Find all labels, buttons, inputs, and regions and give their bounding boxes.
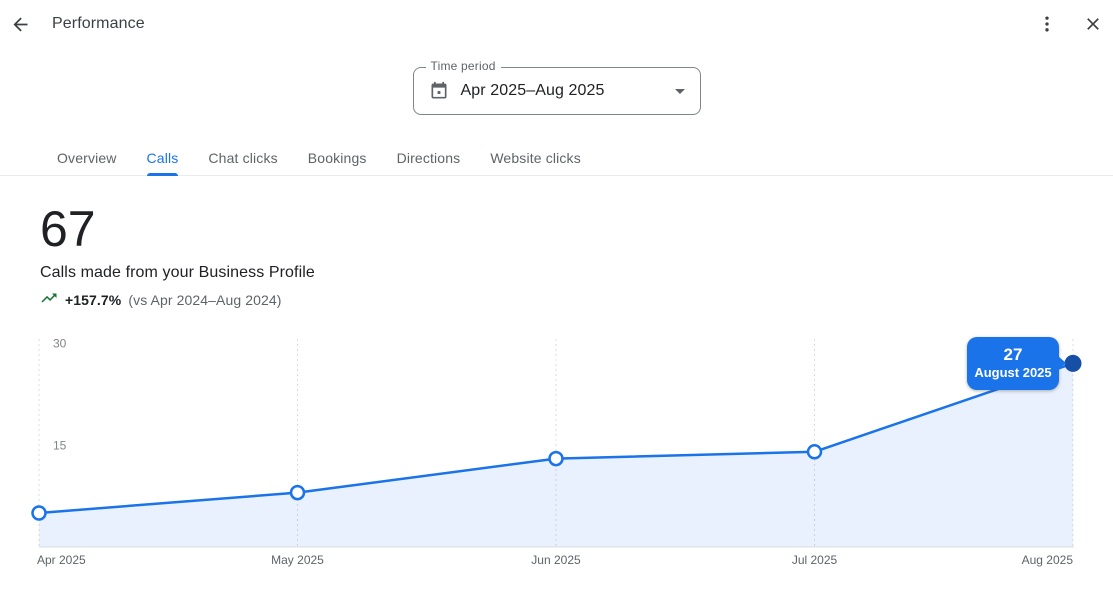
- x-axis-label-jul-2025: Jul 2025: [792, 553, 838, 567]
- x-axis-label-jun-2025: Jun 2025: [531, 553, 581, 567]
- tab-chat-clicks[interactable]: Chat clicks: [208, 141, 277, 175]
- metric-description: Calls made from your Business Profile: [40, 264, 1113, 282]
- metric-comparison: (vs Apr 2024–Aug 2024): [128, 292, 281, 308]
- trending-up-icon: [40, 289, 65, 312]
- close-button[interactable]: [1073, 4, 1113, 44]
- time-period-label: Time period: [426, 59, 501, 73]
- x-axis-label-may-2025: May 2025: [271, 553, 324, 567]
- chart-tooltip: 27 August 2025: [967, 337, 1059, 390]
- chart-point-aug-2025[interactable]: [1065, 355, 1082, 372]
- time-period-value: Apr 2025–Aug 2025: [461, 82, 605, 100]
- close-icon: [1083, 14, 1103, 34]
- back-button[interactable]: [0, 4, 40, 44]
- metric-value: 67: [40, 202, 1113, 257]
- x-axis-label-apr-2025: Apr 2025: [37, 553, 86, 567]
- calls-chart-container[interactable]: Apr 2025 May 2025 Jun 2025 Jul 2025 Aug 2025…: [0, 333, 1113, 578]
- metric-summary: 67 Calls made from your Business Profile…: [40, 202, 1113, 309]
- header: Performance: [0, 0, 1113, 48]
- chart-point-apr-2025[interactable]: [33, 507, 46, 520]
- y-axis-label-15: 15: [53, 439, 67, 453]
- kebab-menu-icon: [1037, 14, 1057, 34]
- tab-calls[interactable]: Calls: [147, 141, 179, 175]
- tab-bookings[interactable]: Bookings: [308, 141, 367, 175]
- tooltip-label: August 2025: [974, 365, 1051, 382]
- tab-overview[interactable]: Overview: [57, 141, 117, 175]
- y-axis-label-30: 30: [53, 337, 67, 351]
- x-axis-label-aug-2025: Aug 2025: [1022, 553, 1074, 567]
- arrow-back-icon: [10, 14, 31, 35]
- calls-chart[interactable]: Apr 2025 May 2025 Jun 2025 Jul 2025 Aug 2025…: [0, 333, 1113, 578]
- chart-point-may-2025[interactable]: [291, 486, 304, 499]
- chart-point-jul-2025[interactable]: [808, 445, 821, 458]
- calendar-icon: [429, 81, 449, 101]
- tab-bar: Overview Calls Chat clicks Bookings Dire…: [0, 141, 1113, 176]
- metric-change: +157.7%: [65, 292, 121, 308]
- more-options-button[interactable]: [1027, 4, 1067, 44]
- time-period-select[interactable]: Time period Apr 2025–Aug 2025: [413, 67, 701, 115]
- tab-website-clicks[interactable]: Website clicks: [490, 141, 581, 175]
- chart-point-jun-2025[interactable]: [550, 452, 563, 465]
- caret-down-icon: [675, 89, 685, 94]
- page-title: Performance: [52, 15, 145, 33]
- tooltip-value: 27: [1004, 345, 1023, 365]
- tab-directions[interactable]: Directions: [397, 141, 461, 175]
